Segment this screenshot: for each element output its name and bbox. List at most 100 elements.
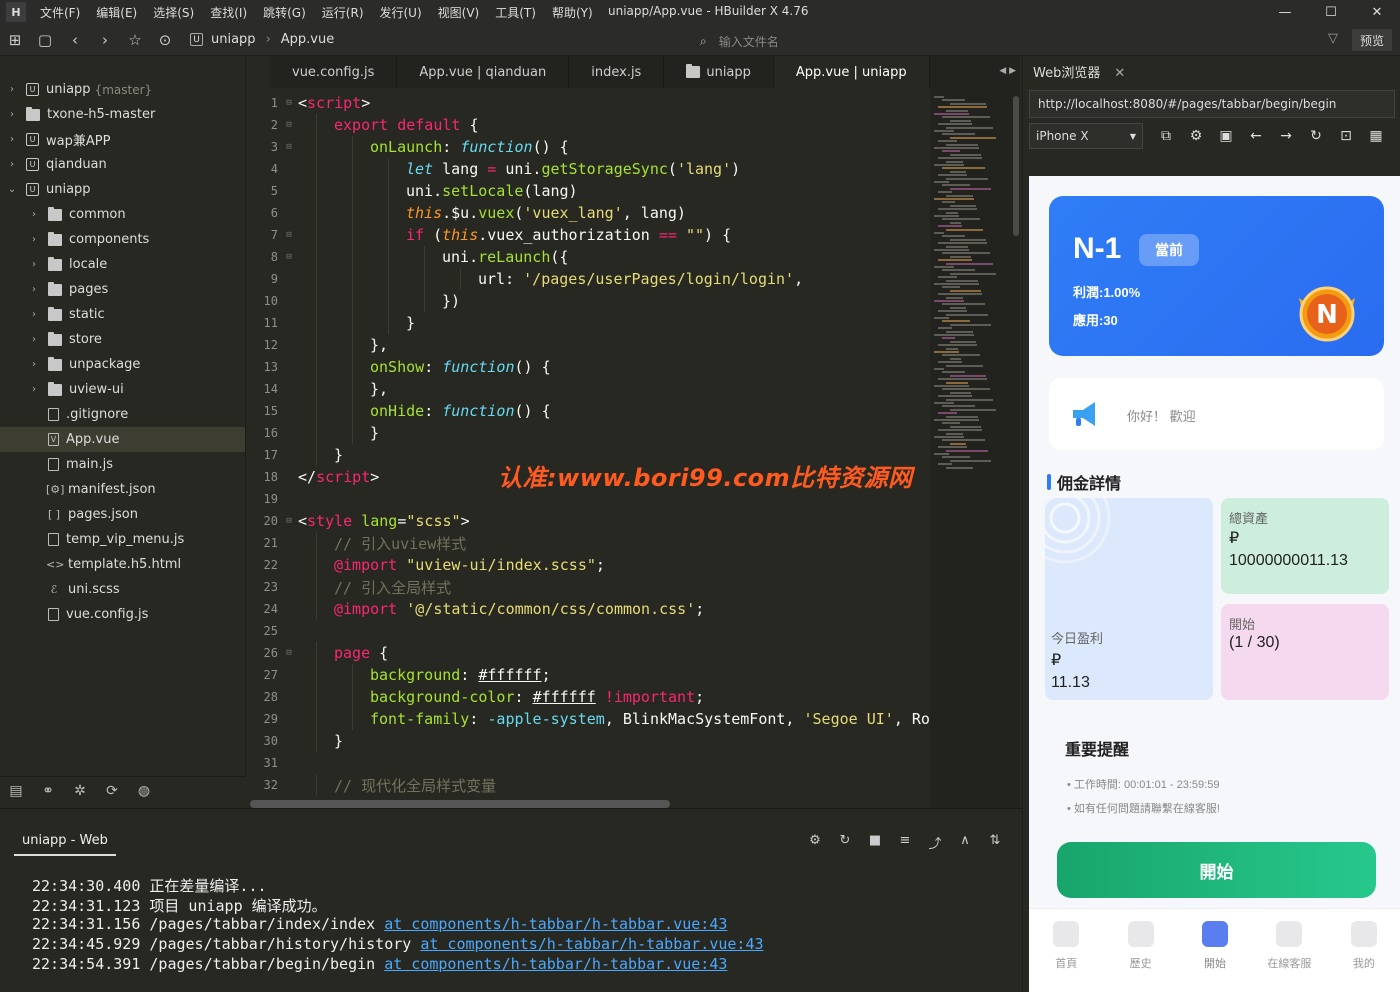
menu-item[interactable]: 视图(V) <box>430 4 488 21</box>
code-line[interactable]: 20 ⊟ <style lang="scss"> <box>248 510 930 532</box>
tree-item[interactable]: V App.vue <box>0 427 245 452</box>
code-line[interactable]: 29 font-family: -apple-system, BlinkMacSy… <box>248 708 930 730</box>
horizontal-scrollbar[interactable] <box>250 800 670 808</box>
explorer-icon[interactable]: ▤ <box>0 783 32 799</box>
settings-icon[interactable]: ⚙ <box>1181 128 1211 144</box>
back-arrow-icon[interactable]: ← <box>1241 128 1271 144</box>
code-line[interactable]: 13 onShow: function() { <box>248 356 930 378</box>
tree-item[interactable]: › pages <box>0 277 245 302</box>
forward-icon[interactable]: › <box>90 25 120 55</box>
git-icon[interactable]: ⟳ <box>96 783 128 799</box>
code-line[interactable]: 24 @import '@/static/common/css/common.cs… <box>248 598 930 620</box>
run-icon[interactable]: ⊙ <box>150 25 180 55</box>
preview-button[interactable]: 预览 <box>1352 29 1392 51</box>
tree-item[interactable]: temp_vip_menu.js <box>0 527 245 552</box>
collapse-icon[interactable]: ∧ <box>950 833 980 852</box>
code-line[interactable]: 32 // 现代化全局样式变量 <box>248 774 930 796</box>
browser-tab[interactable]: Web浏览器 ✕ <box>1033 62 1125 81</box>
fold-icon[interactable]: ⊟ <box>282 252 296 262</box>
plugins-icon[interactable]: ⚭ <box>32 783 64 799</box>
refresh-icon[interactable]: ↻ <box>1301 128 1331 144</box>
code-line[interactable]: 26 ⊟ page { <box>248 642 930 664</box>
log-source-link[interactable]: at components/h-tabbar/h-tabbar.vue:43 <box>384 955 727 973</box>
minimize-button[interactable]: — <box>1262 0 1308 24</box>
tree-item[interactable]: › store <box>0 327 245 352</box>
tree-item[interactable]: › static <box>0 302 245 327</box>
tree-item[interactable]: ℰuni.scss <box>0 577 245 602</box>
fold-icon[interactable]: ⊟ <box>282 516 296 526</box>
code-line[interactable]: 10}) <box>248 290 930 312</box>
close-button[interactable]: ✕ <box>1354 0 1400 24</box>
tree-item[interactable]: [⚙] manifest.json <box>0 477 245 502</box>
code-line[interactable]: 30} <box>248 730 930 752</box>
menu-item[interactable]: 编辑(E) <box>88 4 145 21</box>
tree-item[interactable]: .gitignore <box>0 402 245 427</box>
code-line[interactable]: 25 <box>248 620 930 642</box>
fold-icon[interactable]: ⊟ <box>282 648 296 658</box>
code-editor[interactable]: 1 ⊟ <script> 2 ⊟ export default {3 ⊟ onLaunch: … <box>248 88 930 796</box>
maximize-button[interactable]: ☐ <box>1308 0 1354 24</box>
tree-item[interactable]: › common <box>0 202 245 227</box>
tree-item[interactable]: › components <box>0 227 245 252</box>
code-line[interactable]: 3 ⊟ onLaunch: function() { <box>248 136 930 158</box>
fold-icon[interactable]: ⊟ <box>282 98 296 108</box>
nav-item[interactable]: 首頁 <box>1029 909 1103 992</box>
editor-tab[interactable]: index.js <box>569 56 665 88</box>
new-file-icon[interactable]: ⊞ <box>0 25 30 55</box>
code-line[interactable]: 2 ⊟ export default { <box>248 114 930 136</box>
tree-item[interactable]: › uview-ui <box>0 377 245 402</box>
nav-item[interactable]: 在線客服 <box>1252 909 1326 992</box>
code-line[interactable]: 23 // 引入全局样式 <box>248 576 930 598</box>
open-external-icon[interactable]: ⧉ <box>1151 128 1181 144</box>
clear-icon[interactable]: ≡ <box>890 833 920 852</box>
tree-item[interactable]: [ ] pages.json <box>0 502 245 527</box>
menu-item[interactable]: 选择(S) <box>145 4 202 21</box>
code-line[interactable]: 31 <box>248 752 930 774</box>
star-icon[interactable]: ☆ <box>120 25 150 55</box>
wrap-icon[interactable]: ⇅ <box>980 833 1010 852</box>
code-line[interactable]: 8 ⊟ uni.reLaunch({ <box>248 246 930 268</box>
fold-icon[interactable]: ⊟ <box>282 230 296 240</box>
code-line[interactable]: 15 onHide: function() { <box>248 400 930 422</box>
code-line[interactable]: 14}, <box>248 378 930 400</box>
save-icon[interactable]: ▢ <box>30 25 60 55</box>
tree-item[interactable]: ⌄ Uuniapp <box>0 177 245 202</box>
url-input[interactable]: http://localhost:8080/#/pages/tabbar/beg… <box>1029 90 1395 118</box>
back-icon[interactable]: ‹ <box>60 25 90 55</box>
tree-item[interactable]: › Uuniapp {master} <box>0 77 245 102</box>
code-line[interactable]: 5 uni.setLocale(lang) <box>248 180 930 202</box>
nav-item[interactable]: 開始 <box>1178 909 1252 992</box>
menu-item[interactable]: 跳转(G) <box>255 4 314 21</box>
lock-icon[interactable]: ⊡ <box>1331 128 1361 144</box>
tree-item[interactable]: › txone-h5-master <box>0 102 245 127</box>
menu-item[interactable]: 发行(U) <box>372 4 430 21</box>
vertical-scrollbar[interactable] <box>1013 96 1019 236</box>
minimap[interactable] <box>930 88 1020 808</box>
tab-scroll-icon[interactable]: ◀ ▶ <box>999 66 1016 76</box>
export-icon[interactable]: ⤴ <box>920 833 950 852</box>
fold-icon[interactable]: ⊟ <box>282 120 296 130</box>
code-line[interactable]: 16} <box>248 422 930 444</box>
code-line[interactable]: 22 @import "uview-ui/index.scss"; <box>248 554 930 576</box>
globe-icon[interactable]: ◍ <box>128 783 160 799</box>
forward-arrow-icon[interactable]: → <box>1271 128 1301 144</box>
log-source-link[interactable]: at components/h-tabbar/h-tabbar.vue:43 <box>420 935 763 953</box>
fold-icon[interactable]: ⊟ <box>282 142 296 152</box>
close-tab-icon[interactable]: ✕ <box>1114 66 1125 81</box>
menu-item[interactable]: 查找(I) <box>202 4 255 21</box>
menu-item[interactable]: 运行(R) <box>314 4 372 21</box>
breadcrumb-file[interactable]: App.vue <box>281 32 334 47</box>
bug-icon[interactable]: ⚙ <box>800 833 830 852</box>
start-button[interactable]: 開始 <box>1057 842 1376 898</box>
tree-item[interactable]: <> template.h5.html <box>0 552 245 577</box>
restart-icon[interactable]: ↻ <box>830 833 860 852</box>
tree-item[interactable]: vue.config.js <box>0 602 245 627</box>
file-search-input[interactable]: ⌕ 输入文件名 <box>700 31 1300 51</box>
menu-item[interactable]: 文件(F) <box>32 4 88 21</box>
code-line[interactable]: 1 ⊟ <script> <box>248 92 930 114</box>
code-line[interactable]: 9 url: '/pages/userPages/login/login', <box>248 268 930 290</box>
code-line[interactable]: 27 background: #ffffff; <box>248 664 930 686</box>
code-line[interactable]: 4 let lang = uni.getStorageSync('lang') <box>248 158 930 180</box>
code-line[interactable]: 6 this.$u.vuex('vuex_lang', lang) <box>248 202 930 224</box>
qrcode-icon[interactable]: ▦ <box>1361 128 1391 144</box>
